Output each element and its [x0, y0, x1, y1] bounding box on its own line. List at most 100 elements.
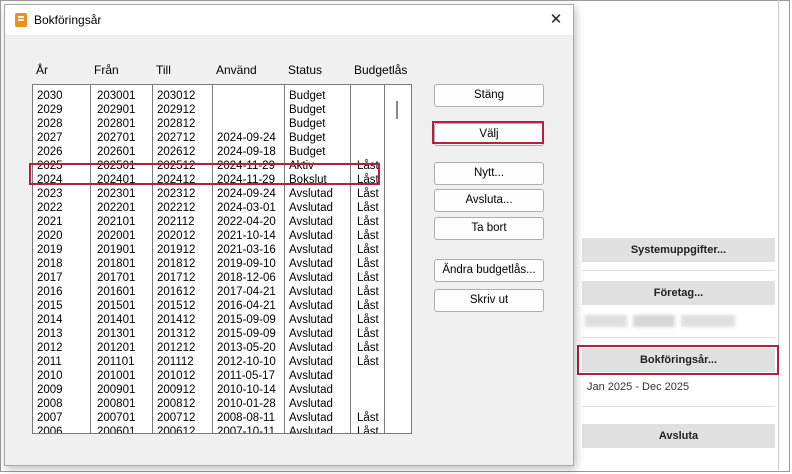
- cell-lock: Låst: [357, 356, 379, 368]
- cell-status: Avslutad: [289, 412, 333, 424]
- cell-from: 200801: [97, 398, 136, 410]
- finish-button[interactable]: Avsluta...: [434, 189, 544, 212]
- table-row[interactable]: 2020 202001 202012 2021-10-14 Avslutad Låst: [33, 229, 383, 243]
- column-header-status[interactable]: Status: [288, 63, 322, 77]
- cell-to: 201612: [157, 286, 196, 298]
- cell-from: 201301: [97, 328, 136, 340]
- panel-divider: [582, 337, 775, 338]
- table-row[interactable]: 2018 201801 201812 2019-09-10 Avslutad Låst: [33, 257, 383, 271]
- app-icon: [15, 13, 27, 27]
- cell-used: 2010-10-14: [217, 384, 276, 396]
- cell-lock: Låst: [357, 230, 379, 242]
- cell-year: 2015: [37, 300, 63, 312]
- cell-used: 2007-10-11: [217, 426, 275, 434]
- cell-to: 201812: [157, 258, 196, 270]
- cell-used: 2021-03-16: [217, 244, 276, 256]
- close-icon[interactable]: ✕: [543, 8, 569, 32]
- delete-button[interactable]: Ta bort: [434, 217, 544, 240]
- table-row[interactable]: 2014 201401 201412 2015-09-09 Avslutad Låst: [33, 313, 383, 327]
- table-row-selected[interactable]: 2024 202401 202412 2024-11-29 Bokslut Låst: [33, 173, 383, 187]
- cell-to: 200612: [157, 426, 196, 434]
- table-row[interactable]: 2028 202801 202812 Budget: [33, 117, 383, 131]
- cell-year: 2022: [37, 202, 63, 214]
- cell-lock: Låst: [357, 314, 379, 326]
- cell-status: Avslutad: [289, 202, 333, 214]
- cell-lock: Låst: [357, 328, 379, 340]
- table-row[interactable]: 2023 202301 202312 2024-09-24 Avslutad Låst: [33, 187, 383, 201]
- cell-from: 202901: [97, 104, 136, 116]
- table-row[interactable]: 2026 202601 202612 2024-09-18 Budget: [33, 145, 383, 159]
- table-row[interactable]: 2013 201301 201312 2015-09-09 Avslutad Låst: [33, 327, 383, 341]
- cell-lock: Låst: [357, 300, 379, 312]
- company-name-blurred: [585, 315, 735, 327]
- cell-to: 202812: [157, 118, 196, 130]
- cell-used: 2018-12-06: [217, 272, 276, 284]
- table-row[interactable]: 2022 202201 202212 2024-03-01 Avslutad Låst: [33, 201, 383, 215]
- company-button[interactable]: Företag...: [582, 281, 775, 305]
- fiscal-year-button[interactable]: Bokföringsår...: [582, 348, 775, 372]
- system-info-button[interactable]: Systemuppgifter...: [582, 238, 775, 262]
- table-row[interactable]: 2009 200901 200912 2010-10-14 Avslutad: [33, 383, 383, 397]
- column-header-used[interactable]: Använd: [216, 63, 257, 77]
- print-button[interactable]: Skriv ut: [434, 289, 544, 312]
- cell-status: Avslutad: [289, 244, 333, 256]
- table-row[interactable]: 2007 200701 200712 2008-08-11 Avslutad Låst: [33, 411, 383, 425]
- cell-year: 2027: [37, 132, 63, 144]
- cell-to: 203012: [157, 90, 196, 102]
- cell-status: Avslutad: [289, 426, 333, 434]
- cell-year: 2028: [37, 118, 63, 130]
- cell-used: 2019-09-10: [217, 258, 276, 270]
- table-row[interactable]: 2017 201701 201712 2018-12-06 Avslutad Låst: [33, 271, 383, 285]
- scrollbar-thumb[interactable]: [396, 101, 398, 119]
- cell-status: Avslutad: [289, 370, 333, 382]
- cell-status: Avslutad: [289, 258, 333, 270]
- cell-year: 2030: [37, 90, 63, 102]
- cell-from: 201001: [97, 370, 136, 382]
- change-budget-lock-button[interactable]: Ändra budgetlås...: [434, 259, 544, 282]
- cell-to: 202912: [157, 104, 196, 116]
- panel-divider: [582, 270, 775, 271]
- table-row[interactable]: 2016 201601 201612 2017-04-21 Avslutad Låst: [33, 285, 383, 299]
- cell-from: 202401: [97, 174, 136, 186]
- list-scrollbar[interactable]: [385, 85, 411, 433]
- column-header-year[interactable]: År: [36, 63, 48, 77]
- table-row[interactable]: 2029 202901 202912 Budget: [33, 103, 383, 117]
- choose-button[interactable]: Välj: [434, 123, 544, 146]
- exit-button[interactable]: Avsluta: [582, 424, 775, 448]
- cell-status: Avslutad: [289, 342, 333, 354]
- column-header-to[interactable]: Till: [156, 63, 171, 77]
- cell-from: 201801: [97, 258, 136, 270]
- table-row[interactable]: 2011 201101 201112 2012-10-10 Avslutad Låst: [33, 355, 383, 369]
- cell-used: 2021-10-14: [217, 230, 276, 242]
- fiscal-year-list[interactable]: 2030 203001 203012 Budget 2029 202901 202912 Bu…: [32, 84, 412, 434]
- cell-to: 202012: [157, 230, 196, 242]
- cell-from: 202701: [97, 132, 136, 144]
- cell-from: 201601: [97, 286, 136, 298]
- column-header-budget-lock[interactable]: Budgetlås: [354, 63, 407, 77]
- cell-status: Avslutad: [289, 328, 333, 340]
- cell-from: 201701: [97, 272, 136, 284]
- cell-to: 200912: [157, 384, 196, 396]
- close-button[interactable]: Stäng: [434, 84, 544, 107]
- cell-year: 2016: [37, 286, 63, 298]
- cell-to: 202312: [157, 188, 196, 200]
- table-row[interactable]: 2010 201001 201012 2011-05-17 Avslutad: [33, 369, 383, 383]
- dialog-titlebar: Bokföringsår ✕: [5, 5, 573, 35]
- table-row[interactable]: 2008 200801 200812 2010-01-28 Avslutad: [33, 397, 383, 411]
- table-row[interactable]: 2006 200601 200612 2007-10-11 Avslutad Låst: [33, 425, 383, 434]
- table-row[interactable]: 2015 201501 201512 2016-04-21 Avslutad Låst: [33, 299, 383, 313]
- table-row[interactable]: 2019 201901 201912 2021-03-16 Avslutad Låst: [33, 243, 383, 257]
- cell-used: 2024-11-29: [217, 174, 275, 186]
- cell-year: 2029: [37, 104, 63, 116]
- table-row[interactable]: 2012 201201 201212 2013-05-20 Avslutad Låst: [33, 341, 383, 355]
- table-row[interactable]: 2025 202501 202512 2024-11-29 Aktiv Låst: [33, 159, 383, 173]
- cell-year: 2020: [37, 230, 63, 242]
- table-row[interactable]: 2021 202101 202112 2022-04-20 Avslutad Låst: [33, 215, 383, 229]
- cell-from: 203001: [97, 90, 136, 102]
- cell-lock: Låst: [357, 188, 379, 200]
- table-row[interactable]: 2030 203001 203012 Budget: [33, 89, 383, 103]
- cell-status: Budget: [289, 132, 326, 144]
- new-button[interactable]: Nytt...: [434, 162, 544, 185]
- table-row[interactable]: 2027 202701 202712 2024-09-24 Budget: [33, 131, 383, 145]
- column-header-from[interactable]: Från: [94, 63, 119, 77]
